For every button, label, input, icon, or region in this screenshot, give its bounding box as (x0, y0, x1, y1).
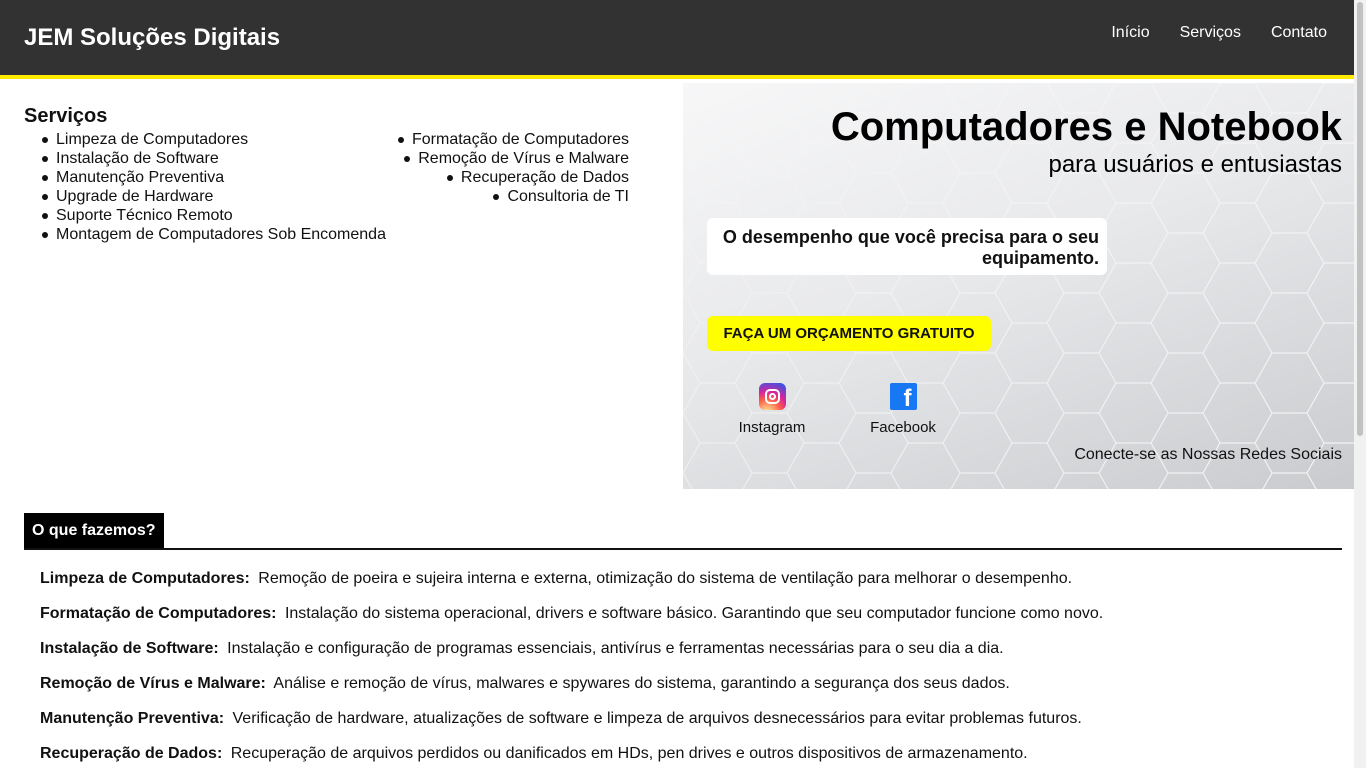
service-name: Instalação de Software: (40, 640, 219, 657)
services-list-right: Formatação de Computadores Remoção de Ví… (398, 130, 629, 244)
service-text: Recuperação de arquivos perdidos ou dani… (230, 745, 1028, 762)
list-item: Recuperação de Dados (412, 168, 629, 187)
facebook-label: Facebook (870, 419, 936, 436)
main-nav: Início Serviços Contato (1111, 24, 1327, 42)
section-title: O que fazemos? (24, 513, 164, 548)
service-text: Análise e remoção de vírus, malwares e s… (273, 675, 1010, 692)
service-description: Remoção de Vírus e Malware: Análise e re… (40, 674, 1342, 709)
section-header: O que fazemos? (24, 513, 1342, 550)
list-item: Limpeza de Computadores (24, 130, 386, 149)
instagram-label: Instagram (738, 419, 806, 436)
what-we-do-section: O que fazemos? Limpeza de Computadores: … (24, 513, 1342, 779)
hero-banner: Computadores e Notebook para usuários e … (683, 83, 1354, 489)
list-item: Manutenção Preventiva (24, 168, 386, 187)
nav-servicos[interactable]: Serviços (1180, 24, 1241, 42)
service-text: Instalação do sistema operacional, drive… (284, 605, 1104, 622)
list-item: Suporte Técnico Remoto (24, 206, 386, 225)
list-item: Formatação de Computadores (398, 130, 629, 149)
instagram-icon (758, 383, 786, 410)
nav-contato[interactable]: Contato (1271, 24, 1327, 42)
service-description: Manutenção Preventiva: Verificação de ha… (40, 709, 1342, 744)
scrollbar-thumb[interactable] (1357, 2, 1363, 436)
service-text: Verificação de hardware, atualizações de… (232, 710, 1082, 727)
service-description: Instalação de Software: Instalação e con… (40, 639, 1342, 674)
list-item-label: Consultoria de TI (493, 188, 629, 205)
hero-tagline: O desempenho que você precisa para o seu… (707, 218, 1107, 275)
social-connect-text: Conecte-se as Nossas Redes Sociais (1074, 446, 1342, 463)
list-item: Upgrade de Hardware (24, 187, 386, 206)
brand-title[interactable]: JEM Soluções Digitais (24, 24, 280, 52)
service-text: Instalação e configuração de programas e… (227, 640, 1004, 657)
list-item-label: Recuperação de Dados (446, 169, 629, 186)
service-name: Recuperação de Dados: (40, 745, 223, 762)
free-quote-button[interactable]: FAÇA UM ORÇAMENTO GRATUITO (707, 316, 991, 351)
services-heading: Serviços (24, 105, 108, 127)
service-text: Remoção de poeira e sujeira interna e ex… (258, 570, 1073, 587)
facebook-link[interactable]: f Facebook (848, 383, 958, 436)
services-list-left: Limpeza de Computadores Instalação de So… (24, 130, 386, 244)
hero-title: Computadores e Notebook (830, 105, 1342, 149)
service-descriptions: Limpeza de Computadores: Remoção de poei… (24, 550, 1342, 779)
service-name: Limpeza de Computadores: (40, 570, 250, 587)
list-item: Montagem de Computadores Sob Encomenda (24, 225, 386, 244)
list-item: Consultoria de TI (412, 187, 629, 206)
services-section: Serviços Limpeza de Computadores Instala… (24, 105, 629, 244)
top-navbar: JEM Soluções Digitais Início Serviços Co… (0, 0, 1354, 79)
service-name: Remoção de Vírus e Malware: (40, 675, 266, 692)
list-item: Remoção de Vírus e Malware (404, 149, 629, 168)
list-item: Instalação de Software (24, 149, 386, 168)
list-item-label: Remoção de Vírus e Malware (404, 150, 629, 167)
hero-subtitle: para usuários e entusiastas (1048, 151, 1342, 178)
service-description: Formatação de Computadores: Instalação d… (40, 604, 1342, 639)
page-scrollbar[interactable] (1354, 0, 1366, 768)
service-name: Formatação de Computadores: (40, 605, 277, 622)
list-item-label: Formatação de Computadores (398, 131, 629, 148)
instagram-link[interactable]: Instagram (717, 383, 827, 436)
nav-inicio[interactable]: Início (1111, 24, 1149, 42)
service-description: Limpeza de Computadores: Remoção de poei… (40, 569, 1342, 604)
facebook-icon: f (889, 383, 917, 410)
service-name: Manutenção Preventiva: (40, 710, 225, 727)
service-description: Recuperação de Dados: Recuperação de arq… (40, 744, 1342, 779)
